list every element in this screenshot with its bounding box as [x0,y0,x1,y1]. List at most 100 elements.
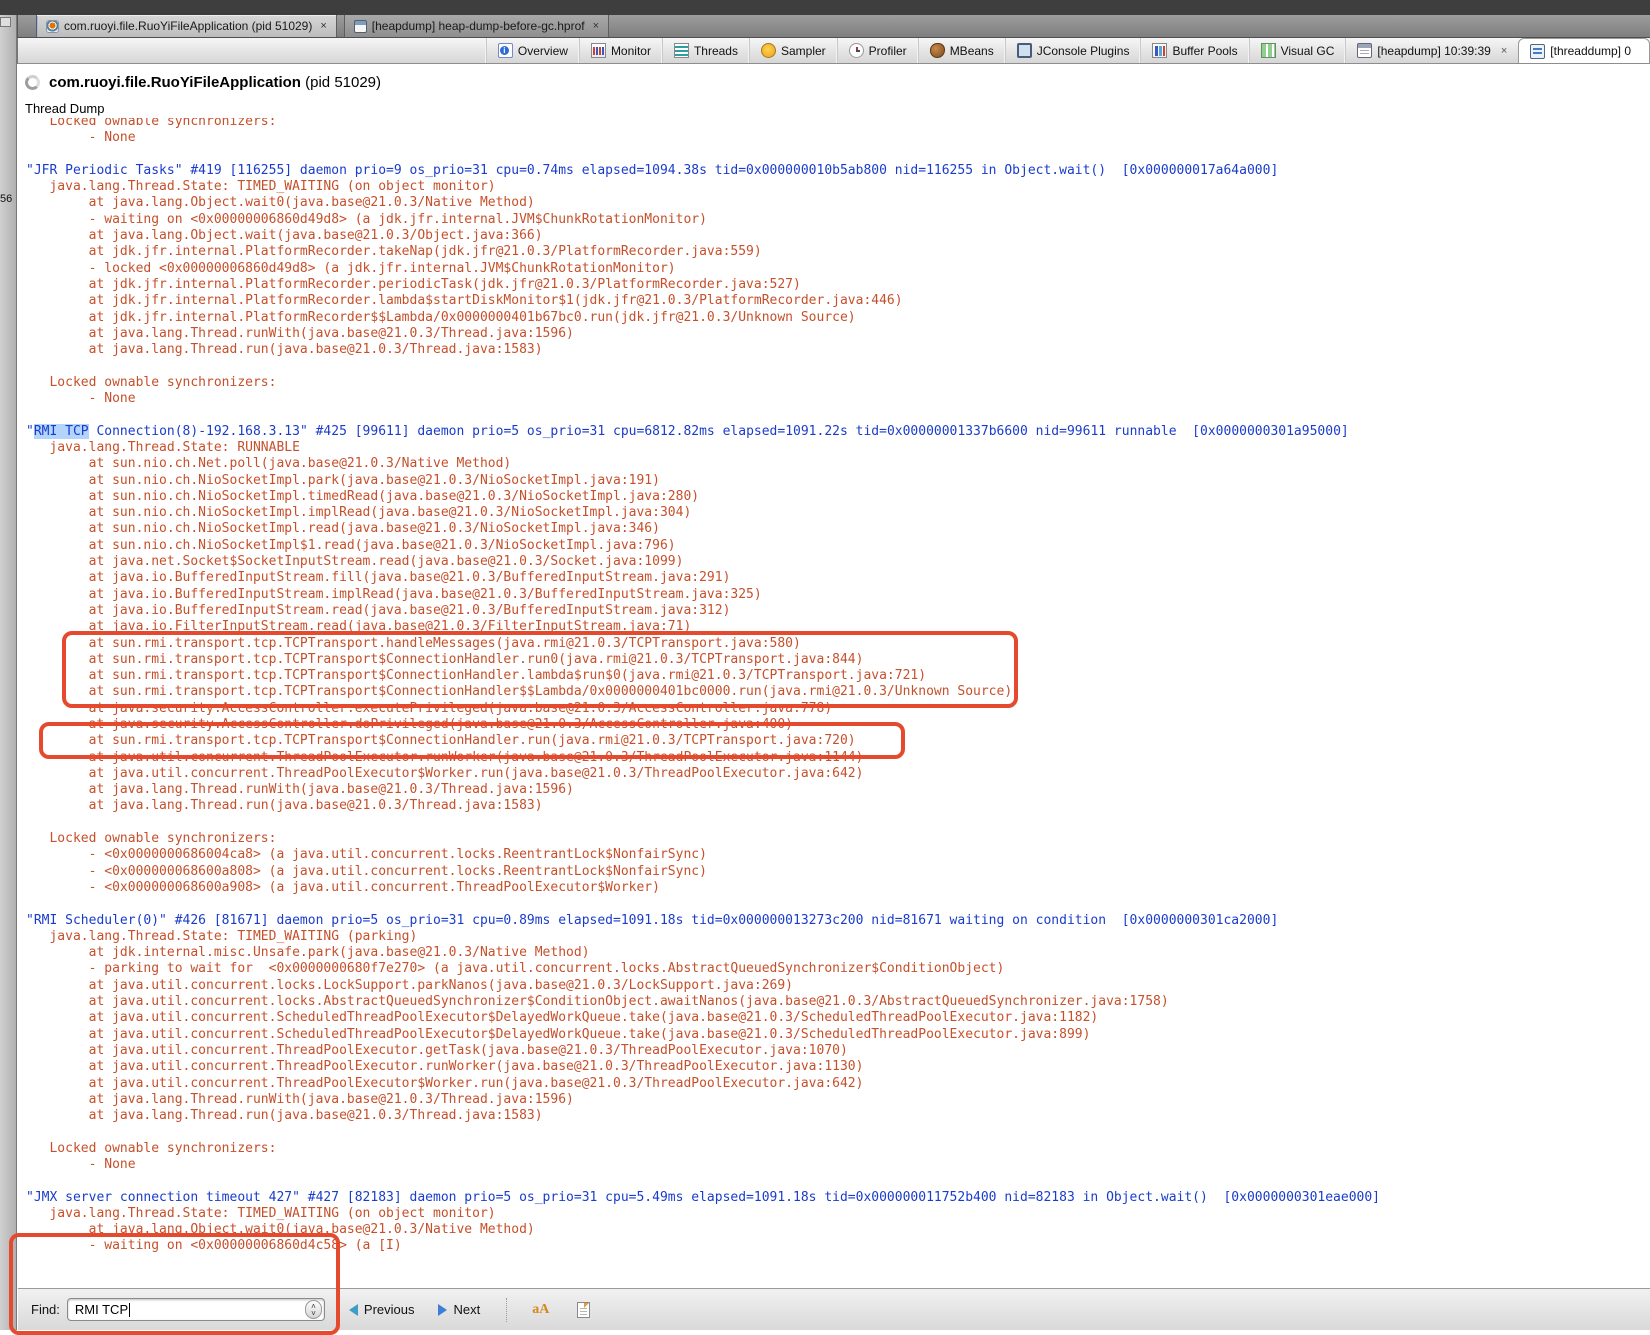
search-history-stepper-icon[interactable]: ˄˅ [305,1300,322,1319]
thread-header-line: "RMI TCP Connection(8)-192.168.3.13" #42… [26,424,1650,440]
stack-trace-line: at jdk.jfr.internal.PlatformRecorder.lam… [26,293,1650,309]
toolbar-item-overview[interactable]: Overview [486,38,579,63]
toolbar-item-sampler[interactable]: Sampler [749,38,837,63]
stack-trace-line: java.lang.Thread.State: RUNNABLE [26,440,1650,456]
background-window-control [0,17,11,27]
stack-trace-line: at java.lang.Thread.run(java.base@21.0.3… [26,342,1650,358]
tab-heapdump[interactable]: [heapdump] heap-dump-before-gc.hprof × [344,15,609,37]
toolbar-item-label: JConsole Plugins [1037,44,1130,58]
stack-trace-line [26,147,1650,163]
match-case-icon[interactable]: aA [532,1302,549,1318]
stack-trace-line: at java.io.FilterInputStream.read(java.b… [26,619,1650,635]
stack-trace-line: at java.util.concurrent.locks.LockSuppor… [26,978,1650,994]
toolbar-separator [506,1298,508,1322]
threaddump-view-icon [1530,44,1545,59]
tab-application[interactable]: com.ruoyi.file.RuoYiFileApplication (pid… [36,15,337,37]
sampler-icon [761,43,776,58]
toolbar-item-jconsole-plugins[interactable]: JConsole Plugins [1005,38,1141,63]
jconsole-plugins-icon [1017,43,1032,58]
find-label: Find: [31,1302,60,1317]
monitor-icon [591,43,606,58]
stack-trace-line: - waiting on <0x00000006860d4c58> (a [I) [26,1238,1650,1254]
previous-button[interactable]: Previous [349,1302,415,1317]
toolbar-item--heapdump-10-39-39[interactable]: [heapdump] 10:39:39 × [1345,38,1518,63]
stack-trace-line: at sun.nio.ch.NioSocketImpl$1.read(java.… [26,538,1650,554]
toolbar-item-monitor[interactable]: Monitor [579,38,662,63]
document-tab-bar: com.ruoyi.file.RuoYiFileApplication (pid… [17,15,1650,38]
stack-trace-line: - <0x0000000686004ca8> (a java.util.conc… [26,847,1650,863]
background-window-strip [0,15,17,1330]
page-title: com.ruoyi.file.RuoYiFileApplication (pid… [49,74,381,91]
tab-application-label: com.ruoyi.file.RuoYiFileApplication (pid… [64,19,312,33]
toolbar-item-buffer-pools[interactable]: Buffer Pools [1140,38,1248,63]
visual-gc-icon [1261,43,1276,58]
stack-trace-line: at jdk.jfr.internal.PlatformRecorder.per… [26,277,1650,293]
stack-trace-line [26,358,1650,374]
stack-trace-line: at sun.nio.ch.NioSocketImpl.park(java.ba… [26,473,1650,489]
stack-trace-line: at java.lang.Thread.run(java.base@21.0.3… [26,798,1650,814]
highlight-results-icon[interactable] [577,1302,590,1318]
stack-trace-line: at java.util.concurrent.ScheduledThreadP… [26,1027,1650,1043]
stack-trace-line: at java.util.concurrent.locks.AbstractQu… [26,994,1650,1010]
loading-spinner-icon [25,75,40,90]
stack-trace-line: at java.security.AccessController.execut… [26,701,1650,717]
stack-trace-line: at sun.rmi.transport.tcp.TCPTransport$Co… [26,733,1650,749]
stack-trace-line: at sun.nio.ch.Net.poll(java.base@21.0.3/… [26,456,1650,472]
find-bar: Find: RMI TCP ˄˅ Previous Next aA [18,1288,1650,1330]
toolbar-item-label: Visual GC [1281,44,1335,58]
stack-trace-line: at sun.rmi.transport.tcp.TCPTransport$Co… [26,684,1650,700]
toolbar-item-profiler[interactable]: Profiler [837,38,918,63]
threads-icon [674,43,689,58]
profiler-icon [849,43,864,58]
search-match-highlight: RMI TCP [34,424,89,439]
stack-trace-line: at java.lang.Thread.run(java.base@21.0.3… [26,1108,1650,1124]
stack-trace-line: at jdk.jfr.internal.PlatformRecorder.tak… [26,244,1650,260]
mbeans-icon [930,43,945,58]
stack-trace-line: at java.io.BufferedInputStream.implRead(… [26,587,1650,603]
stack-trace-line: at java.lang.Object.wait(java.base@21.0.… [26,228,1650,244]
stack-trace-line: at jdk.internal.misc.Unsafe.park(java.ba… [26,945,1650,961]
panel-title: Thread Dump [25,101,104,116]
stack-trace-line: at sun.nio.ch.NioSocketImpl.timedRead(ja… [26,489,1650,505]
close-icon[interactable]: × [320,20,326,32]
stack-trace-line: at java.util.concurrent.ThreadPoolExecut… [26,1059,1650,1075]
stack-trace-line: at sun.rmi.transport.tcp.TCPTransport$Co… [26,652,1650,668]
stack-trace-line: Locked ownable synchronizers: [26,1141,1650,1157]
stack-trace-line [26,407,1650,423]
stack-trace-line: at java.util.concurrent.ThreadPoolExecut… [26,766,1650,782]
view-toolbar: OverviewMonitorThreads Sampler ProfilerMBe… [17,38,1650,64]
stack-trace-line: at java.lang.Thread.runWith(java.base@21… [26,326,1650,342]
toolbar-item-threads[interactable]: Threads [662,38,749,63]
stack-trace-line: at java.lang.Thread.runWith(java.base@21… [26,782,1650,798]
find-input[interactable]: RMI TCP ˄˅ [67,1298,325,1321]
next-button[interactable]: Next [438,1302,480,1317]
background-window-label: 56 [0,193,12,205]
stack-trace-line: at java.security.AccessController.doPriv… [26,717,1650,733]
thread-header-line: "RMI Scheduler(0)" #426 [81671] daemon p… [26,913,1650,929]
thread-header-line: "JFR Periodic Tasks" #419 [116255] daemo… [26,163,1650,179]
stack-trace-line: at sun.rmi.transport.tcp.TCPTransport$Co… [26,668,1650,684]
toolbar-item-visual-gc[interactable]: Visual GC [1249,38,1346,63]
application-header: com.ruoyi.file.RuoYiFileApplication (pid… [18,64,1650,100]
buffer-pools-icon [1152,43,1167,58]
toolbar-item-label: Sampler [781,44,826,58]
stack-trace-line [26,1173,1650,1189]
stack-trace-line: - waiting on <0x00000006860d49d8> (a jdk… [26,212,1650,228]
stack-trace-line: at java.util.concurrent.ThreadPoolExecut… [26,1043,1650,1059]
stack-trace-line: at java.util.concurrent.ScheduledThreadP… [26,1010,1650,1026]
toolbar-item--threaddump-0[interactable]: [threaddump] 0 [1518,38,1650,63]
stack-trace-line: at java.io.BufferedInputStream.read(java… [26,603,1650,619]
next-arrow-icon [438,1304,447,1316]
close-icon[interactable]: × [593,20,599,32]
stack-trace-line: - None [26,1157,1650,1173]
close-icon[interactable]: × [1501,45,1507,57]
stack-trace-line: at java.lang.Object.wait0(java.base@21.0… [26,1222,1650,1238]
toolbar-item-label: [heapdump] 10:39:39 [1377,44,1490,58]
stack-trace-line: at sun.nio.ch.NioSocketImpl.read(java.ba… [26,521,1650,537]
toolbar-item-label: Buffer Pools [1172,44,1237,58]
thread-dump-text[interactable]: Locked ownable synchronizers: - None "JF… [18,114,1650,1288]
stack-trace-line [26,1124,1650,1140]
toolbar-item-mbeans[interactable]: MBeans [918,38,1005,63]
stack-trace-line: at java.lang.Object.wait0(java.base@21.0… [26,195,1650,211]
java-application-icon [46,20,59,33]
